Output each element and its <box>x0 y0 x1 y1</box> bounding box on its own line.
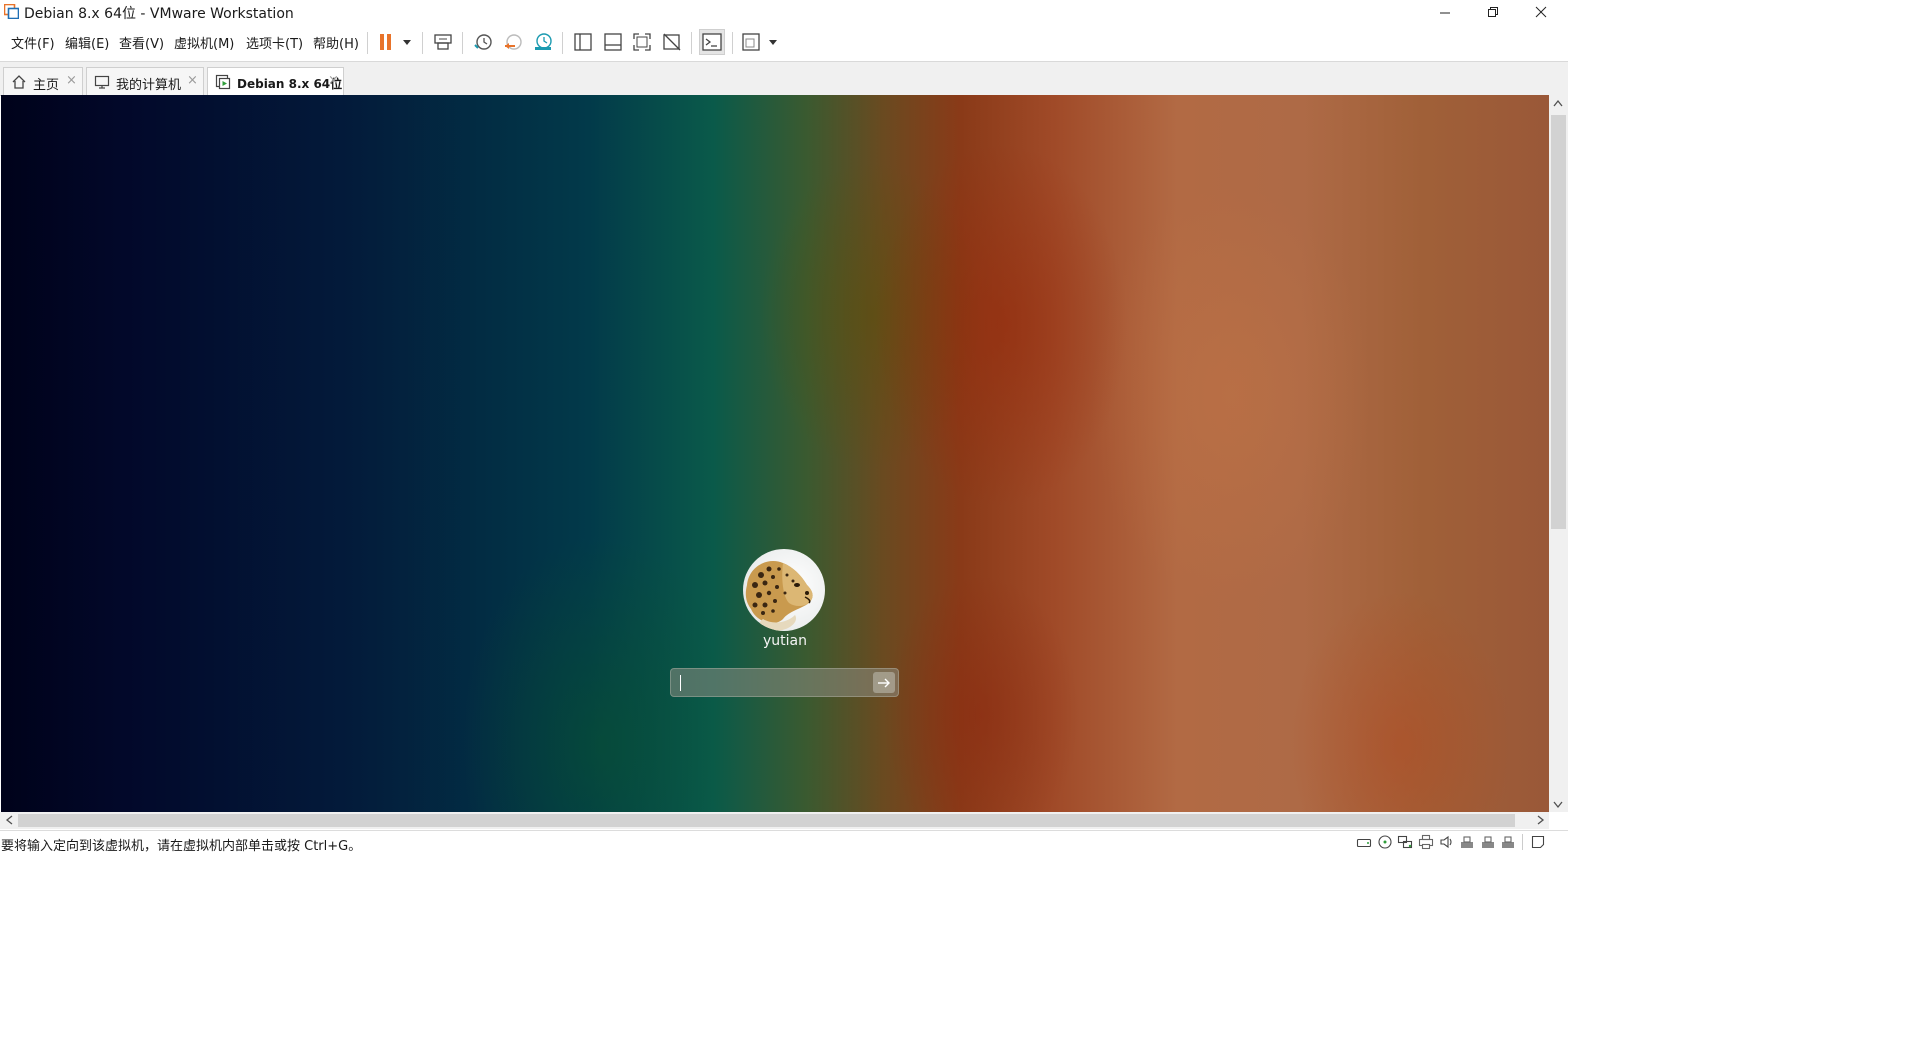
send-ctrl-alt-del-button[interactable] <box>430 29 456 55</box>
close-icon <box>1535 6 1547 18</box>
status-bar: 要将输入定向到该虚拟机，请在虚拟机内部单击或按 Ctrl+G。 <box>0 830 1568 854</box>
toolbar-separator <box>462 32 463 54</box>
login-username: yutian <box>763 633 807 649</box>
pause-icon <box>380 34 411 50</box>
arrow-right-icon <box>878 678 890 687</box>
toolbar-separator <box>422 32 423 54</box>
toolbar-separator <box>562 32 563 54</box>
tab-my-computer[interactable]: 我的计算机 × <box>86 67 204 95</box>
status-separator <box>1522 834 1523 850</box>
page-background <box>0 852 1568 1042</box>
horizontal-scrollbar[interactable] <box>0 812 1549 829</box>
full-screen-button[interactable] <box>629 29 655 55</box>
tab-bar: 主页 × 我的计算机 × Debian 8.x 64位 × <box>0 62 1568 96</box>
message-log-icon[interactable] <box>1530 834 1546 850</box>
scroll-right-icon[interactable] <box>1537 815 1545 827</box>
printer-icon[interactable] <box>1418 834 1434 850</box>
take-snapshot-button[interactable] <box>470 29 496 55</box>
vertical-scroll-thumb[interactable] <box>1551 115 1566 529</box>
network-adapter-icon[interactable] <box>1397 834 1413 850</box>
menu-edit[interactable]: 编辑(E) <box>65 33 109 52</box>
vm-icon <box>215 74 231 90</box>
toolbar-separator <box>732 32 733 54</box>
usb-device-icon[interactable] <box>1500 834 1516 850</box>
cd-dvd-icon[interactable] <box>1377 834 1393 850</box>
snapshot-manager-button[interactable] <box>530 29 556 55</box>
tab-debian-vm[interactable]: Debian 8.x 64位 × <box>207 67 344 96</box>
menu-tabs[interactable]: 选项卡(T) <box>246 33 303 52</box>
toolbar-separator <box>367 32 368 54</box>
show-library-button[interactable] <box>570 29 596 55</box>
monitor-icon <box>94 75 110 89</box>
tab-close-button[interactable]: × <box>328 73 339 88</box>
show-thumbnail-bar-button[interactable] <box>600 29 626 55</box>
vertical-scrollbar[interactable] <box>1549 95 1568 812</box>
toolbar-separator <box>691 32 692 54</box>
usb-device-icon[interactable] <box>1459 834 1475 850</box>
home-icon <box>12 75 26 89</box>
menu-toolbar: 文件(F) 编辑(E) 查看(V) 虚拟机(M) 选项卡(T) 帮助(H) <box>0 24 1568 62</box>
login-submit-button[interactable] <box>873 672 895 693</box>
tab-label: Debian 8.x 64位 <box>237 77 343 91</box>
menu-vm[interactable]: 虚拟机(M) <box>174 33 234 52</box>
stretch-display-icon <box>742 33 777 51</box>
usb-device-icon[interactable] <box>1480 834 1496 850</box>
restore-button[interactable] <box>1470 0 1516 24</box>
minimize-icon <box>1440 12 1450 14</box>
stretch-guest-button[interactable] <box>740 29 780 55</box>
pause-vm-button[interactable] <box>375 29 411 55</box>
snapshot-clock-icon <box>474 34 492 50</box>
console-view-button[interactable] <box>699 29 725 55</box>
tab-label: 主页 <box>33 78 60 93</box>
vmware-logo-icon <box>4 4 19 19</box>
close-window-button[interactable] <box>1518 0 1564 24</box>
menu-help[interactable]: 帮助(H) <box>313 33 359 52</box>
tab-label: 我的计算机 <box>116 78 182 93</box>
tab-close-button[interactable]: × <box>66 73 77 88</box>
minimize-button[interactable] <box>1422 0 1468 24</box>
outer-margin <box>1568 0 1920 1042</box>
thumbnail-bar-icon <box>604 33 622 51</box>
terminal-icon <box>702 33 722 51</box>
snapshot-manager-icon <box>535 33 552 50</box>
scroll-up-icon[interactable] <box>1553 97 1563 109</box>
unity-mode-button[interactable] <box>659 29 685 55</box>
tab-close-button[interactable]: × <box>187 73 198 88</box>
scroll-down-icon[interactable] <box>1553 799 1563 811</box>
restore-icon <box>1488 7 1498 17</box>
title-bar: Debian 8.x 64位 - VMware Workstation <box>0 0 1568 24</box>
sound-card-icon[interactable] <box>1439 834 1455 850</box>
user-avatar[interactable] <box>743 549 825 631</box>
leopard-avatar-icon <box>745 561 813 631</box>
menu-file[interactable]: 文件(F) <box>11 33 55 52</box>
menu-view[interactable]: 查看(V) <box>119 33 164 52</box>
text-caret <box>680 675 681 691</box>
fullscreen-icon <box>633 33 651 51</box>
scroll-left-icon[interactable] <box>5 815 13 827</box>
unity-disabled-icon <box>663 33 681 51</box>
vm-display[interactable]: yutian <box>1 95 1549 812</box>
revert-snapshot-icon <box>505 34 522 50</box>
window-title: Debian 8.x 64位 - VMware Workstation <box>24 6 294 22</box>
keyboard-send-icon <box>434 34 452 50</box>
horizontal-scroll-thumb[interactable] <box>18 814 1515 827</box>
tab-home[interactable]: 主页 × <box>3 67 83 95</box>
revert-snapshot-button[interactable] <box>500 29 526 55</box>
password-input[interactable] <box>670 668 899 697</box>
library-panel-icon <box>574 33 592 51</box>
hard-disk-icon[interactable] <box>1356 834 1372 850</box>
